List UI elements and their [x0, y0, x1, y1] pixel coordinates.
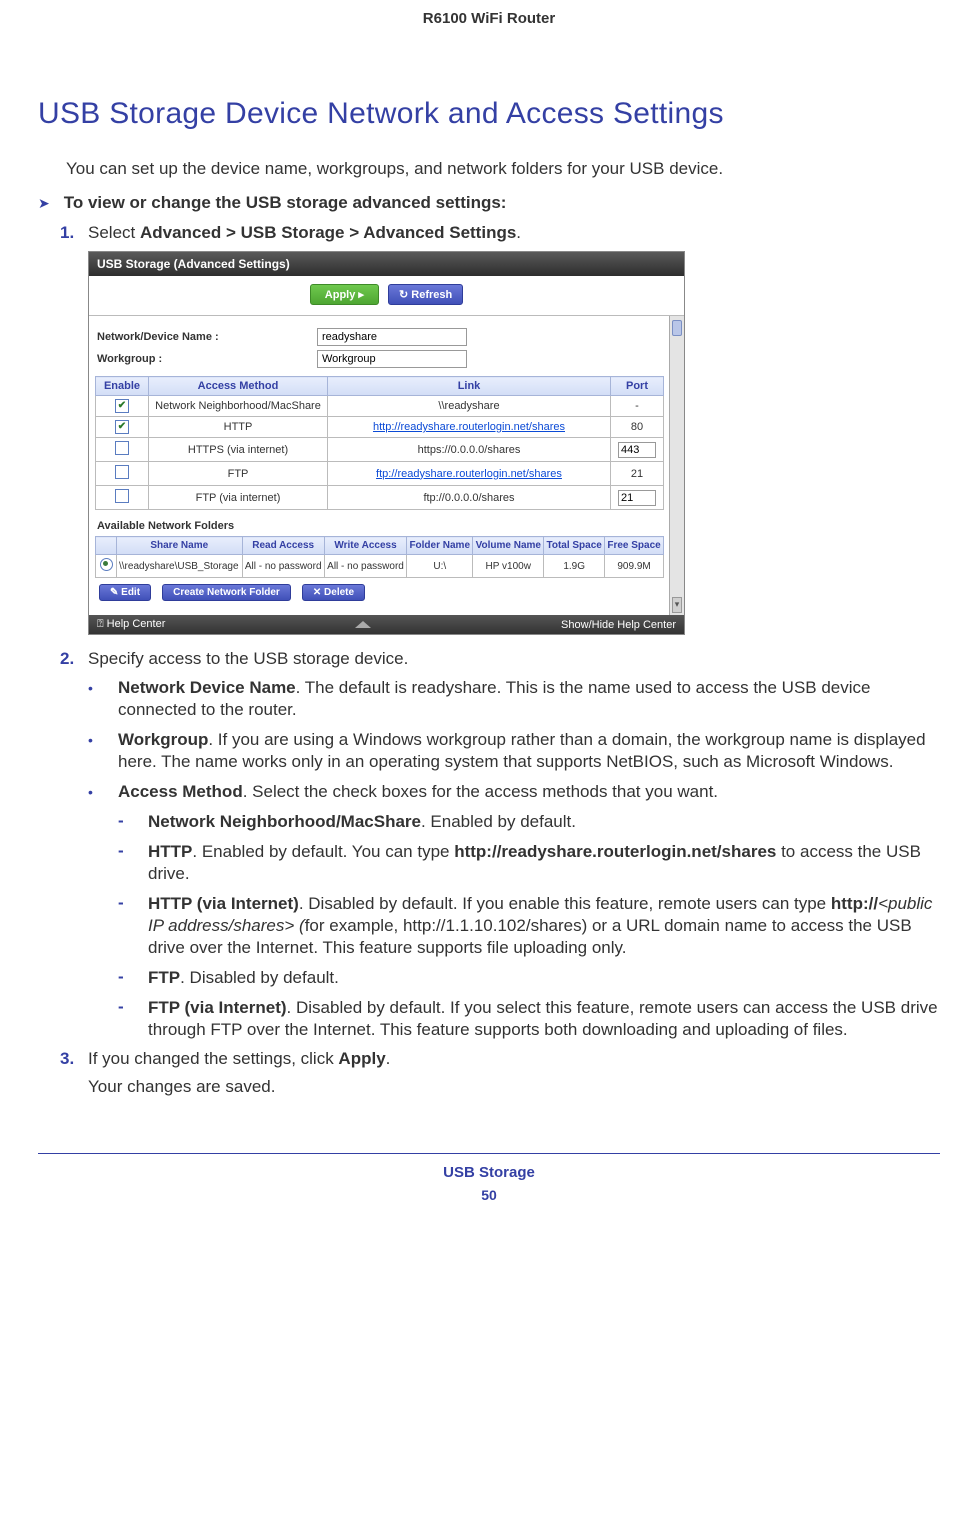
cell-method: Network Neighborhood/MacShare: [149, 396, 328, 417]
access-method-table: Enable Access Method Link Port ✔ Network…: [95, 376, 664, 510]
sub-ftp-internet: FTP (via Internet). Disabled by default.…: [148, 997, 940, 1041]
checkbox-icon[interactable]: ✔: [115, 420, 129, 434]
cell-link[interactable]: ftp://readyshare.routerlogin.net/shares: [376, 468, 562, 480]
dash-icon: -: [118, 841, 148, 885]
footer-divider: [38, 1153, 940, 1154]
sub-http: HTTP. Enabled by default. You can type h…: [148, 841, 940, 885]
bullet-icon: •: [88, 781, 118, 803]
col-volume: Volume Name: [473, 537, 544, 555]
header-product: R6100 WiFi Router: [38, 10, 940, 27]
col-free: Free Space: [605, 537, 664, 555]
col-enable: Enable: [96, 377, 149, 396]
cell-read: All - no password: [242, 555, 324, 578]
table-row: \\readyshare\USB_Storage All - no passwo…: [96, 555, 664, 578]
table-row: ✔ Network Neighborhood/MacShare \\readys…: [96, 396, 664, 417]
sub-macshare: Network Neighborhood/MacShare. Enabled b…: [148, 811, 940, 833]
col-access-method: Access Method: [149, 377, 328, 396]
cell-method: HTTP: [149, 417, 328, 438]
table-row: FTP ftp://readyshare.routerlogin.net/sha…: [96, 462, 664, 486]
step-number-1: 1.: [60, 223, 88, 243]
bullet-icon: •: [88, 677, 118, 721]
apply-button[interactable]: Apply ▸: [310, 284, 379, 305]
sub-ftp: FTP. Disabled by default.: [148, 967, 940, 989]
workgroup-input[interactable]: [317, 350, 467, 368]
cell-folder: U:\: [407, 555, 473, 578]
screenshot-title: USB Storage (Advanced Settings): [89, 252, 684, 276]
bullet-access-method: Access Method. Select the check boxes fo…: [118, 781, 940, 803]
cell-method: FTP (via internet): [149, 486, 328, 510]
cell-method: HTTPS (via internet): [149, 438, 328, 462]
col-total: Total Space: [544, 537, 605, 555]
show-hide-help-link[interactable]: Show/Hide Help Center: [561, 619, 676, 631]
footer-section: USB Storage: [0, 1164, 978, 1181]
cell-port: -: [611, 396, 664, 417]
step-3-text: If you changed the settings, click Apply…: [88, 1049, 940, 1069]
workgroup-label: Workgroup :: [95, 353, 317, 365]
dash-icon: -: [118, 997, 148, 1041]
dash-icon: -: [118, 811, 148, 833]
col-share: Share Name: [117, 537, 243, 555]
page-title: USB Storage Device Network and Access Se…: [38, 97, 940, 131]
checkbox-icon[interactable]: [115, 441, 129, 455]
cell-write: All - no password: [324, 555, 406, 578]
scrollbar-thumb[interactable]: [672, 320, 682, 336]
create-folder-button[interactable]: Create Network Folder: [162, 584, 291, 601]
router-screenshot: USB Storage (Advanced Settings) Apply ▸ …: [88, 251, 685, 635]
cell-link: https://0.0.0.0/shares: [328, 438, 611, 462]
scrollbar[interactable]: ▾: [669, 316, 684, 615]
cell-free: 909.9M: [605, 555, 664, 578]
port-input[interactable]: [618, 490, 656, 506]
bullet-icon: •: [88, 729, 118, 773]
intro-text: You can set up the device name, workgrou…: [66, 159, 940, 179]
step-number-2: 2.: [60, 649, 88, 669]
step-2-text: Specify access to the USB storage device…: [88, 649, 940, 669]
folders-table: Share Name Read Access Write Access Fold…: [95, 536, 664, 578]
checkbox-icon[interactable]: ✔: [115, 399, 129, 413]
screenshot-toolbar: Apply ▸ ↻ Refresh: [89, 276, 684, 316]
edit-button[interactable]: ✎ Edit: [99, 584, 151, 601]
cell-link: \\readyshare: [328, 396, 611, 417]
chevron-down-icon[interactable]: ▾: [672, 597, 682, 613]
table-row: ✔ HTTP http://readyshare.routerlogin.net…: [96, 417, 664, 438]
table-row: FTP (via internet) ftp://0.0.0.0/shares: [96, 486, 664, 510]
triangle-up-icon[interactable]: [355, 621, 371, 628]
step-number-3: 3.: [60, 1049, 88, 1069]
step-1-text: Select Advanced > USB Storage > Advanced…: [88, 223, 940, 243]
radio-icon[interactable]: [100, 558, 113, 571]
delete-button[interactable]: ✕ Delete: [302, 584, 365, 601]
cell-link[interactable]: http://readyshare.routerlogin.net/shares: [373, 421, 565, 433]
dash-icon: -: [118, 967, 148, 989]
col-link: Link: [328, 377, 611, 396]
col-folder: Folder Name: [407, 537, 473, 555]
cell-method: FTP: [149, 462, 328, 486]
footer-page-number: 50: [0, 1187, 978, 1203]
checkbox-icon[interactable]: [115, 489, 129, 503]
network-device-name-label: Network/Device Name :: [95, 331, 317, 343]
port-input[interactable]: [618, 442, 656, 458]
help-center-link[interactable]: ⍰ Help Center: [97, 618, 165, 631]
network-device-name-input[interactable]: [317, 328, 467, 346]
cell-port: 21: [611, 462, 664, 486]
dash-icon: -: [118, 893, 148, 959]
table-row: HTTPS (via internet) https://0.0.0.0/sha…: [96, 438, 664, 462]
cell-share: \\readyshare\USB_Storage: [117, 555, 243, 578]
col-write: Write Access: [324, 537, 406, 555]
bullet-workgroup: Workgroup. If you are using a Windows wo…: [118, 729, 940, 773]
refresh-button[interactable]: ↻ Refresh: [388, 284, 463, 305]
col-select: [96, 537, 117, 555]
cell-total: 1.9G: [544, 555, 605, 578]
cell-link: ftp://0.0.0.0/shares: [328, 486, 611, 510]
chevron-right-icon: ➤: [38, 195, 50, 212]
sub-http-internet: HTTP (via Internet). Disabled by default…: [148, 893, 940, 959]
cell-port: 80: [611, 417, 664, 438]
step-3-result: Your changes are saved.: [88, 1077, 940, 1097]
task-heading: To view or change the USB storage advanc…: [64, 193, 507, 213]
col-read: Read Access: [242, 537, 324, 555]
cell-volume: HP v100w: [473, 555, 544, 578]
bullet-ndn: Network Device Name. The default is read…: [118, 677, 940, 721]
col-port: Port: [611, 377, 664, 396]
checkbox-icon[interactable]: [115, 465, 129, 479]
available-folders-label: Available Network Folders: [95, 510, 664, 536]
